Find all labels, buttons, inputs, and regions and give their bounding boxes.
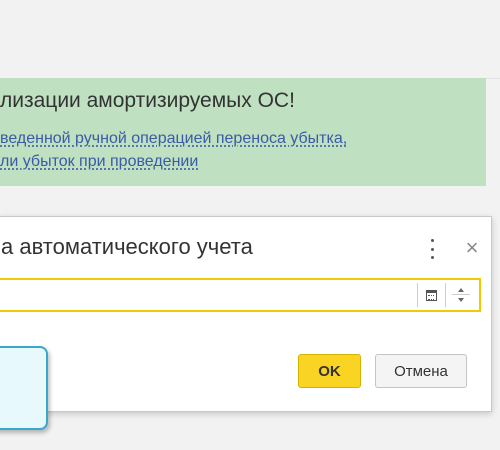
- cancel-button[interactable]: Отмена: [375, 354, 467, 388]
- date-field: [0, 278, 481, 312]
- highlight-callout: [0, 346, 48, 430]
- date-spinner[interactable]: [445, 283, 476, 307]
- top-strip: [0, 0, 500, 79]
- spin-up-icon[interactable]: [458, 288, 464, 292]
- banner-title: лизации амортизируемых ОС!: [0, 89, 295, 112]
- banner-link-line1[interactable]: веденной ручной операцией переноса убытк…: [0, 130, 347, 148]
- spin-down-icon[interactable]: [458, 298, 464, 302]
- dialog-title: а автоматического учета: [1, 234, 253, 259]
- banner-link-line2[interactable]: ли убыток при проведении: [0, 153, 198, 171]
- close-icon[interactable]: ×: [461, 237, 483, 259]
- spinner-divider: [452, 294, 470, 295]
- ok-button[interactable]: OK: [298, 354, 361, 388]
- notification-banner: лизации амортизируемых ОС! веденной ручн…: [0, 78, 486, 186]
- calendar-button[interactable]: [417, 283, 444, 307]
- dialog-window: а автоматического учета × OK Отмена: [0, 216, 492, 412]
- calendar-icon: [425, 289, 437, 301]
- date-input[interactable]: [0, 280, 425, 310]
- more-vert-icon[interactable]: [425, 239, 439, 259]
